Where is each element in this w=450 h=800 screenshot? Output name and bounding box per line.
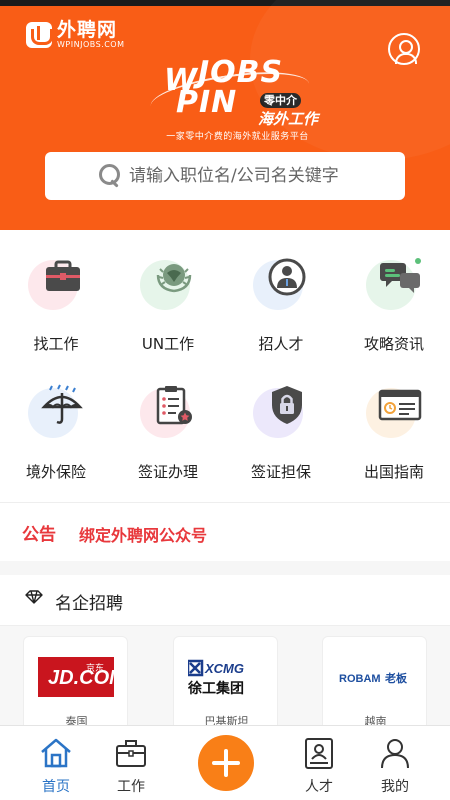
feature-label: 攻略资讯 <box>363 335 424 353</box>
section-gap <box>0 561 450 575</box>
feature-guides-news[interactable]: 攻略资讯 <box>338 230 450 353</box>
feature-label: 招人才 <box>258 335 304 353</box>
feature-overseas-insurance[interactable]: 境外保险 <box>0 358 112 481</box>
tab-home[interactable]: 首页 <box>21 726 91 800</box>
feature-label: 找工作 <box>33 335 79 353</box>
logo-robam-text: ROBAM <box>339 673 381 685</box>
company-list: JD.COM 京东 泰国 XCMG 徐工集团 巴基斯坦 ROBAM 老板 越南 <box>0 625 450 731</box>
feature-find-job[interactable]: 找工作 <box>0 230 112 353</box>
feature-label: 签证担保 <box>250 463 311 481</box>
feature-travel-guide[interactable]: 出国指南 <box>338 358 450 481</box>
logo-jd-text: JD.COM <box>48 667 114 689</box>
tab-label: 工作 <box>117 779 145 795</box>
feature-un-job[interactable]: UN工作 <box>112 230 224 353</box>
logo-robam-cn: 老板 <box>384 671 408 685</box>
clipboard-icon <box>156 386 192 425</box>
logo-mark-icon <box>26 22 53 48</box>
notice-bar[interactable]: 公告 绑定外聘网公众号 <box>0 503 450 561</box>
person-badge-icon <box>268 258 306 296</box>
header-banner: 外聘网 WPINJOBS.COM W JOBS PIN 零中介 海外工作 一家零… <box>0 0 450 230</box>
logo-title: 外聘网 <box>57 19 118 41</box>
search-box[interactable] <box>45 152 405 200</box>
umbrella-icon <box>41 384 83 424</box>
brand-badge: 零中介 <box>260 93 301 108</box>
briefcase-icon <box>116 740 146 767</box>
tab-label: 首页 <box>42 779 70 795</box>
tab-label: 我的 <box>381 779 409 795</box>
logo-domain: WPINJOBS.COM <box>57 40 125 49</box>
section-header: 名企招聘 <box>0 575 450 625</box>
logo-xcmg-text: XCMG <box>204 661 244 676</box>
company-card[interactable]: XCMG 徐工集团 巴基斯坦 <box>173 636 278 731</box>
app-screen: 外聘网 WPINJOBS.COM W JOBS PIN 零中介 海外工作 一家零… <box>0 0 450 800</box>
company-card[interactable]: ROBAM 老板 越南 <box>322 636 427 731</box>
user-icon <box>381 739 409 769</box>
search-input[interactable] <box>129 166 405 186</box>
notice-tag: 公告 <box>22 525 56 545</box>
search-icon <box>99 164 121 188</box>
brand-subtitle: 海外工作 <box>258 110 319 128</box>
feature-label: 出国指南 <box>363 463 424 481</box>
brand-pin: PIN <box>176 85 238 120</box>
company-card[interactable]: JD.COM 京东 泰国 <box>23 636 128 731</box>
company-logo: XCMG 徐工集团 <box>188 659 244 697</box>
feature-recruit[interactable]: 招人才 <box>225 230 337 353</box>
un-emblem-icon <box>156 264 192 293</box>
logo-jd-cn: 京东 <box>86 662 104 674</box>
feature-label: 境外保险 <box>25 463 86 481</box>
tab-label: 人才 <box>305 779 333 795</box>
id-card-icon <box>305 738 333 769</box>
feature-label: 签证办理 <box>137 463 198 481</box>
feature-visa-guarantee[interactable]: 签证担保 <box>225 358 337 481</box>
feature-label: UN工作 <box>141 335 195 353</box>
app-logo: 外聘网 WPINJOBS.COM <box>26 20 125 50</box>
feature-visa-service[interactable]: 签证办理 <box>112 358 224 481</box>
tab-jobs[interactable]: 工作 <box>96 726 166 800</box>
briefcase-icon <box>46 260 80 291</box>
section-title: 名企招聘 <box>55 594 123 614</box>
notice-text[interactable]: 绑定外聘网公众号 <box>79 522 207 546</box>
diamond-icon <box>25 590 43 604</box>
home-icon <box>41 738 71 768</box>
passport-card-icon <box>378 389 422 421</box>
company-logo: ROBAM 老板 <box>339 671 408 685</box>
brand-slogan: W JOBS PIN 零中介 海外工作 一家零中介费的海外就业服务平台 <box>147 55 320 145</box>
logo-xcmg-cn: 徐工集团 <box>188 680 244 697</box>
shield-lock-icon <box>272 386 302 424</box>
tab-mine[interactable]: 我的 <box>360 726 430 800</box>
chat-bubbles-icon <box>380 258 421 293</box>
brand-tagline: 一家零中介费的海外就业服务平台 <box>166 132 309 142</box>
feature-grid: 找工作 UN工作 招人才 攻略资讯 境外保险 签证办理 签证担保 出国指南 <box>0 230 450 502</box>
user-icon[interactable] <box>388 33 420 65</box>
status-bar <box>0 0 450 6</box>
tab-talent[interactable]: 人才 <box>284 726 354 800</box>
company-logo: JD.COM 京东 <box>38 657 114 697</box>
add-plus-button[interactable] <box>198 735 254 791</box>
